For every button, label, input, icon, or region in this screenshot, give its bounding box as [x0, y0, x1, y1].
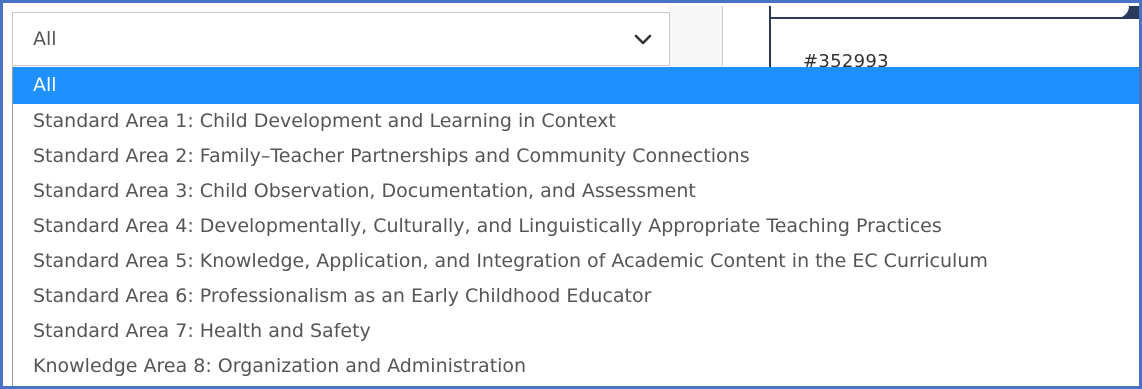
standard-area-select[interactable]: All	[12, 12, 670, 66]
dropdown-option-standard-area-3[interactable]: Standard Area 3: Child Observation, Docu…	[13, 174, 1139, 209]
dropdown-option-all[interactable]: All	[13, 67, 1139, 104]
column-divider	[670, 6, 723, 66]
dropdown-option-standard-area-2[interactable]: Standard Area 2: Family–Teacher Partners…	[13, 139, 1139, 174]
chevron-down-icon[interactable]	[633, 29, 653, 49]
dropdown-option-standard-area-7[interactable]: Standard Area 7: Health and Safety	[13, 314, 1139, 349]
dropdown-option-standard-area-4[interactable]: Standard Area 4: Developmentally, Cultur…	[13, 209, 1139, 244]
dropdown-option-standard-area-1[interactable]: Standard Area 1: Child Development and L…	[13, 104, 1139, 139]
select-current-value: All	[33, 28, 57, 50]
screen-frame: All #352993 All Standard Area 1: Child D…	[0, 0, 1142, 389]
dropdown-option-standard-area-6[interactable]: Standard Area 6: Professionalism as an E…	[13, 279, 1139, 314]
dropdown-option-knowledge-area-8[interactable]: Knowledge Area 8: Organization and Admin…	[13, 349, 1139, 384]
dropdown-option-standard-area-5[interactable]: Standard Area 5: Knowledge, Application,…	[13, 244, 1139, 279]
dropdown-list: All Standard Area 1: Child Development a…	[12, 67, 1139, 386]
